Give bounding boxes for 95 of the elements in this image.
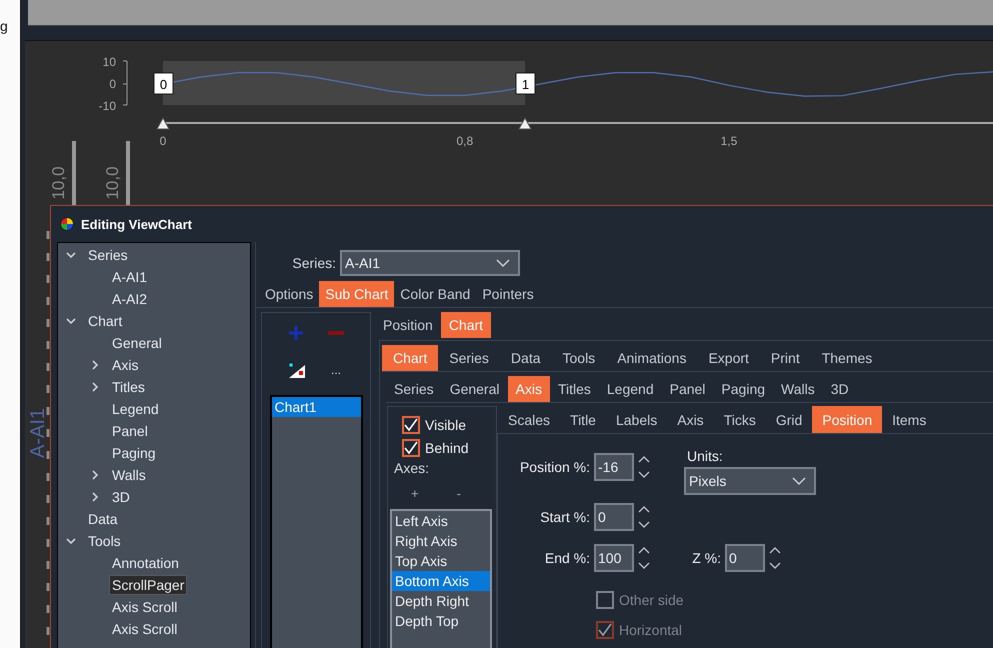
spinner-arrows-icon[interactable] <box>769 545 781 571</box>
tab[interactable]: Data <box>500 345 552 371</box>
tab[interactable]: Scales <box>498 406 560 433</box>
chevron-down-icon <box>792 476 806 486</box>
tab[interactable]: Axis <box>667 406 714 433</box>
tree-item[interactable]: Chart <box>85 311 126 331</box>
tree-item[interactable]: Data <box>85 509 121 529</box>
field-label: Z %: <box>691 549 722 568</box>
tab[interactable]: Items <box>882 406 936 433</box>
list-item[interactable]: Bottom Axis <box>392 571 490 591</box>
field-label: Units: <box>686 447 724 465</box>
slider-thumb[interactable] <box>156 116 170 130</box>
remove-button[interactable]: - <box>454 484 464 503</box>
tab[interactable]: Position <box>375 312 441 338</box>
tree-item[interactable]: Paging <box>109 443 159 463</box>
tab[interactable]: Grid <box>766 406 812 433</box>
tab[interactable]: Paging <box>713 376 774 402</box>
list-item[interactable]: Chart1 <box>272 397 360 417</box>
axis-label: 10,0 <box>49 166 68 200</box>
spinner-arrows-icon[interactable] <box>638 454 650 480</box>
number-field[interactable]: 0 <box>725 544 765 572</box>
tree-item[interactable]: Panel <box>109 421 151 441</box>
tab[interactable]: Legend <box>598 376 662 402</box>
tick-label: 0,8 <box>456 134 474 148</box>
axis-label: 10,0 <box>103 166 122 200</box>
field-label: Position %: <box>518 458 591 477</box>
axis-title: A-AI1 <box>27 408 49 458</box>
list-item[interactable]: Top Axis <box>392 551 490 571</box>
tick-label: 0 <box>109 77 116 91</box>
tab[interactable]: Ticks <box>714 406 766 433</box>
tab[interactable]: 3D <box>822 376 857 402</box>
list-item[interactable]: Depth Top <box>392 611 490 631</box>
pager-handle[interactable]: 1 <box>516 72 536 94</box>
list-item[interactable]: Depth Right <box>392 591 490 611</box>
field-label: End %: <box>544 549 591 568</box>
color-wheel-icon <box>60 217 74 231</box>
spinner-arrows-icon[interactable] <box>638 545 650 571</box>
units-dropdown[interactable]: Pixels <box>684 467 816 495</box>
chart-edit-icon[interactable] <box>288 362 305 378</box>
tree-item[interactable]: 3D <box>109 487 133 507</box>
field-label: Start %: <box>539 508 591 527</box>
tree-item[interactable]: Series <box>85 245 131 265</box>
axis-ticks <box>122 60 128 106</box>
add-button[interactable]: + <box>408 484 422 503</box>
window-title: Editing ViewChart <box>81 216 192 232</box>
chevron-down-icon <box>496 258 510 268</box>
tab[interactable]: Series <box>438 345 500 371</box>
pager-handle[interactable]: 0 <box>154 72 174 94</box>
tab[interactable]: Title <box>560 406 606 433</box>
tree-item[interactable]: Titles <box>109 377 148 397</box>
list-label: Axes: <box>393 460 430 476</box>
tree-item[interactable]: Legend <box>109 399 162 419</box>
tab[interactable]: Print <box>760 345 811 371</box>
checkbox[interactable] <box>402 416 420 434</box>
number-field[interactable]: 0 <box>594 503 634 531</box>
field-label: Series: <box>291 255 337 271</box>
slider-thumb[interactable] <box>518 116 532 130</box>
tree-item[interactable]: Tools <box>85 531 124 551</box>
list-item[interactable]: Left Axis <box>392 511 490 531</box>
tab[interactable]: Pointers <box>476 281 540 307</box>
list-item[interactable]: Right Axis <box>392 531 490 551</box>
tab[interactable]: Walls <box>773 376 823 402</box>
tab[interactable]: Export <box>697 345 760 371</box>
tab[interactable]: Animations <box>606 345 698 371</box>
series-dropdown[interactable]: A-AI1 <box>340 250 520 276</box>
tree-item[interactable]: A-AI1 <box>109 267 150 287</box>
tick-label: -10 <box>98 99 116 113</box>
tree-item[interactable]: Annotation <box>109 553 182 573</box>
tab[interactable]: Tools <box>552 345 606 371</box>
tab[interactable]: Themes <box>810 345 884 371</box>
number-field[interactable]: -16 <box>594 453 634 481</box>
more-button[interactable]: ... <box>328 363 343 377</box>
tab[interactable]: Panel <box>662 376 714 402</box>
spinner-arrows-icon[interactable] <box>638 504 650 530</box>
tree-item[interactable]: ScrollPager <box>109 575 188 595</box>
tick-label: 1,5 <box>720 134 738 148</box>
tab[interactable]: Labels <box>606 406 668 433</box>
tree-item[interactable]: Walls <box>109 465 149 485</box>
tree-item[interactable]: Axis <box>109 355 142 375</box>
tab[interactable]: Titles <box>550 376 599 402</box>
tab[interactable]: Series <box>386 376 442 402</box>
tree-item[interactable]: Axis Scroll <box>109 597 180 617</box>
tree-item[interactable]: General <box>109 333 165 353</box>
checkbox-label[interactable]: Visible <box>425 416 466 432</box>
tab[interactable]: Color Band <box>394 281 476 307</box>
tab[interactable]: Options <box>259 281 320 307</box>
tab[interactable]: General <box>442 376 508 402</box>
number-field[interactable]: 100 <box>594 544 634 572</box>
tree-item[interactable]: A-AI2 <box>109 289 150 309</box>
checkbox[interactable] <box>402 438 420 456</box>
tick-label: 10 <box>102 55 116 69</box>
tick-label: 0 <box>160 134 166 148</box>
checkbox-label[interactable]: Behind <box>425 440 469 456</box>
panel-text: g <box>0 17 9 34</box>
tree-item[interactable]: Axis Scroll <box>109 619 180 639</box>
